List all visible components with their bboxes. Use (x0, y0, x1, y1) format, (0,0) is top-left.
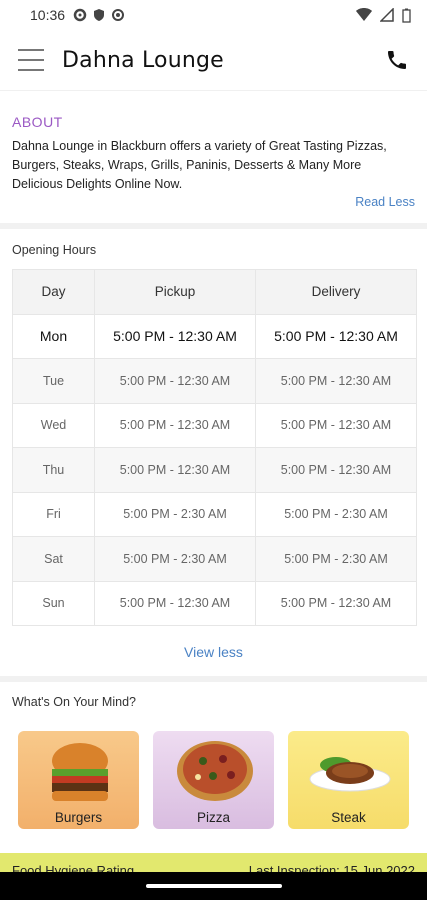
table-row: Sat 5:00 PM - 2:30 AM 5:00 PM - 2:30 AM (12, 536, 417, 582)
about-text: Dahna Lounge in Blackburn offers a varie… (12, 139, 387, 191)
read-less-link[interactable]: Read Less (12, 195, 415, 209)
menu-icon-line (18, 69, 44, 71)
whats-on-your-mind-title: What's On Your Mind? (12, 695, 136, 709)
delivery-cell: 5:00 PM - 12:30 AM (255, 402, 417, 448)
category-list: Burgers Pizza Steak (0, 731, 427, 829)
delivery-cell: 5:00 PM - 2:30 AM (255, 491, 417, 537)
day-cell: Fri (12, 491, 95, 537)
pizza-image (177, 741, 253, 801)
category-label: Burgers (54, 810, 103, 825)
day-cell: Sun (12, 580, 95, 626)
about-heading: ABOUT (12, 114, 63, 130)
pickup-cell: 5:00 PM - 12:30 AM (94, 358, 256, 404)
home-handle[interactable] (145, 884, 282, 888)
opening-hours-table: Day Pickup Delivery Mon 5:00 PM - 12:30 … (12, 269, 417, 626)
table-row: Tue 5:00 PM - 12:30 AM 5:00 PM - 12:30 A… (12, 358, 417, 404)
column-header-day: Day (12, 269, 95, 315)
day-cell: Tue (12, 358, 95, 404)
category-label: Pizza (196, 810, 230, 825)
delivery-cell: 5:00 PM - 12:30 AM (255, 358, 417, 404)
table-row: Fri 5:00 PM - 2:30 AM 5:00 PM - 2:30 AM (12, 491, 417, 537)
day-cell: Wed (12, 402, 95, 448)
column-header-pickup: Pickup (94, 269, 256, 315)
section-divider (0, 676, 427, 682)
phone-icon[interactable] (385, 48, 409, 72)
category-card-burgers[interactable]: Burgers (18, 731, 139, 829)
burger-image (52, 743, 108, 801)
pickup-cell: 5:00 PM - 12:30 AM (94, 402, 256, 448)
shield-icon (94, 9, 105, 21)
day-cell: Thu (12, 447, 95, 493)
day-cell: Mon (12, 313, 95, 359)
delivery-cell: 5:00 PM - 2:30 AM (255, 536, 417, 582)
wifi-icon (356, 8, 372, 21)
page-title: Dahna Lounge (62, 47, 224, 73)
table-header-row: Day Pickup Delivery (12, 269, 417, 315)
sync-icon (112, 9, 125, 21)
status-time: 10:36 (30, 7, 66, 23)
category-card-pizza[interactable]: Pizza (153, 731, 274, 829)
delivery-cell: 5:00 PM - 12:30 AM (255, 447, 417, 493)
table-row: Sun 5:00 PM - 12:30 AM 5:00 PM - 12:30 A… (12, 580, 417, 626)
about-section: ABOUT Dahna Lounge in Blackburn offers a… (0, 114, 427, 209)
pickup-cell: 5:00 PM - 12:30 AM (94, 580, 256, 626)
day-cell: Sat (12, 536, 95, 582)
status-bar: 10:36 (0, 0, 427, 30)
settings-icon (73, 8, 87, 22)
delivery-cell: 5:00 PM - 12:30 AM (255, 580, 417, 626)
section-divider (0, 223, 427, 229)
table-row: Thu 5:00 PM - 12:30 AM 5:00 PM - 12:30 A… (12, 447, 417, 493)
category-card-steak[interactable]: Steak (288, 731, 409, 829)
pickup-cell: 5:00 PM - 12:30 AM (94, 447, 256, 493)
battery-icon (402, 8, 411, 23)
pickup-cell: 5:00 PM - 12:30 AM (94, 313, 256, 359)
menu-icon-line (18, 59, 44, 61)
column-header-delivery: Delivery (255, 269, 417, 315)
table-row: Mon 5:00 PM - 12:30 AM 5:00 PM - 12:30 A… (12, 313, 417, 359)
steak-image (309, 757, 391, 792)
delivery-cell: 5:00 PM - 12:30 AM (255, 313, 417, 359)
system-nav-bar (0, 872, 427, 900)
view-less-link[interactable]: View less (0, 644, 427, 660)
pickup-cell: 5:00 PM - 2:30 AM (94, 491, 256, 537)
menu-icon-line (18, 49, 44, 51)
menu-button[interactable] (18, 47, 44, 73)
app-bar: Dahna Lounge (0, 30, 427, 91)
pickup-cell: 5:00 PM - 2:30 AM (94, 536, 256, 582)
table-row: Wed 5:00 PM - 12:30 AM 5:00 PM - 12:30 A… (12, 402, 417, 448)
signal-icon (380, 8, 394, 22)
opening-hours-title: Opening Hours (12, 243, 97, 257)
category-label: Steak (331, 810, 366, 825)
